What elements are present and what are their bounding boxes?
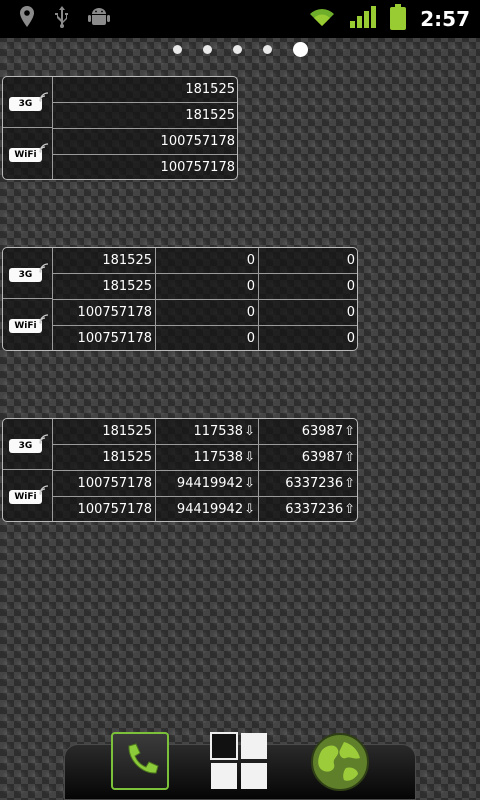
page-dot[interactable] xyxy=(232,44,242,54)
android-debug-icon xyxy=(88,6,110,32)
download-value: 117538 xyxy=(193,450,244,465)
total-cell: 100757178 xyxy=(53,300,155,326)
upload-value: 63987 xyxy=(301,450,344,465)
download-cell: 117538⇩ xyxy=(156,445,258,471)
network-wifi: WiFi xyxy=(3,299,53,350)
signal-waves-icon xyxy=(39,87,49,106)
upload-cell: 0 xyxy=(259,300,357,326)
dock xyxy=(64,732,416,800)
total-column: 181525 181525 100757178 100757178 xyxy=(53,419,155,521)
signal-waves-icon xyxy=(39,309,49,328)
location-icon xyxy=(18,5,36,33)
upload-cell: 0 xyxy=(259,248,357,274)
upload-cell: 63987⇧ xyxy=(259,445,357,471)
network-badge-wifi: WiFi xyxy=(9,148,42,162)
app-drawer-icon xyxy=(210,732,268,794)
download-cell: 117538⇩ xyxy=(156,419,258,445)
download-cell: 0 xyxy=(246,331,255,346)
network-column: 3G WiFi xyxy=(3,248,53,350)
traffic-widget-2[interactable]: 3G WiFi 181525 181525 100757178 10075717… xyxy=(2,247,358,351)
page-dot[interactable] xyxy=(202,44,212,54)
network-badge-wifi: WiFi xyxy=(9,490,42,504)
up-arrow-icon: ⇧ xyxy=(344,476,355,491)
traffic-widget-3[interactable]: 3G WiFi 181525 181525 100757178 10075717… xyxy=(2,418,358,522)
browser-globe-icon xyxy=(310,733,370,796)
network-3g: 3G xyxy=(3,419,53,470)
network-badge-3g: 3G xyxy=(9,439,42,453)
download-column: 0 0 0 0 xyxy=(155,248,258,350)
upload-value: 6337236 xyxy=(285,476,344,491)
signal-waves-icon xyxy=(39,138,49,157)
network-badge-3g: 3G xyxy=(9,268,42,282)
page-dot[interactable] xyxy=(262,44,272,54)
up-arrow-icon: ⇧ xyxy=(344,424,355,439)
usb-icon xyxy=(54,5,70,33)
total-cell: 100757178 xyxy=(53,471,155,497)
browser-button[interactable] xyxy=(310,732,369,791)
total-cell: 100757178 xyxy=(160,160,235,175)
total-cell: 181525 xyxy=(53,77,237,103)
upload-cell: 0 xyxy=(346,331,355,346)
signal-icon xyxy=(350,6,377,32)
download-value: 94419942 xyxy=(176,476,244,491)
down-arrow-icon: ⇩ xyxy=(244,424,255,439)
down-arrow-icon: ⇩ xyxy=(244,450,255,465)
upload-cell: 0 xyxy=(259,274,357,300)
upload-column: 63987⇧ 63987⇧ 6337236⇧ 6337236⇧ xyxy=(258,419,357,521)
signal-waves-icon xyxy=(39,429,49,448)
download-cell: 0 xyxy=(156,248,258,274)
total-cell: 181525 xyxy=(53,274,155,300)
up-arrow-icon: ⇧ xyxy=(344,450,355,465)
upload-cell: 6337236⇧ xyxy=(259,497,357,521)
network-column: 3G WiFi xyxy=(3,419,53,521)
upload-column: 0 0 0 0 xyxy=(258,248,357,350)
total-cell: 181525 xyxy=(53,248,155,274)
download-cell: 94419942⇩ xyxy=(156,471,258,497)
phone-icon xyxy=(113,743,167,792)
upload-value: 6337236 xyxy=(285,502,344,517)
wifi-icon xyxy=(308,6,336,32)
total-cell: 181525 xyxy=(53,419,155,445)
download-cell: 0 xyxy=(156,274,258,300)
total-column: 181525 181525 100757178 100757178 xyxy=(53,248,155,350)
app-drawer-button[interactable] xyxy=(210,732,268,790)
page-dot-active[interactable] xyxy=(292,41,308,57)
total-cell: 100757178 xyxy=(53,129,237,155)
status-bar: 2:57 xyxy=(0,0,480,38)
down-arrow-icon: ⇩ xyxy=(244,502,255,517)
total-cell: 181525 xyxy=(53,445,155,471)
network-3g: 3G xyxy=(3,248,53,299)
download-cell: 94419942⇩ xyxy=(156,497,258,521)
download-value: 117538 xyxy=(193,424,244,439)
network-badge-3g: 3G xyxy=(9,97,42,111)
total-cell: 100757178 xyxy=(77,502,152,517)
upload-value: 63987 xyxy=(301,424,344,439)
page-indicator xyxy=(0,40,480,58)
upload-cell: 63987⇧ xyxy=(259,419,357,445)
battery-icon xyxy=(390,4,407,34)
total-cell: 100757178 xyxy=(77,331,152,346)
network-wifi: WiFi xyxy=(3,470,53,521)
page-dot[interactable] xyxy=(172,44,182,54)
download-column: 117538⇩ 117538⇩ 94419942⇩ 94419942⇩ xyxy=(155,419,258,521)
total-cell: 181525 xyxy=(53,103,237,129)
down-arrow-icon: ⇩ xyxy=(244,476,255,491)
download-value: 94419942 xyxy=(176,502,244,517)
phone-button[interactable] xyxy=(111,732,169,790)
signal-waves-icon xyxy=(39,258,49,277)
upload-cell: 6337236⇧ xyxy=(259,471,357,497)
signal-waves-icon xyxy=(39,480,49,499)
network-badge-wifi: WiFi xyxy=(9,319,42,333)
clock: 2:57 xyxy=(420,7,470,31)
total-column: 181525 181525 100757178 100757178 xyxy=(53,77,237,179)
up-arrow-icon: ⇧ xyxy=(344,502,355,517)
network-wifi: WiFi xyxy=(3,128,53,179)
network-column: 3G WiFi xyxy=(3,77,53,179)
network-3g: 3G xyxy=(3,77,53,128)
download-cell: 0 xyxy=(156,300,258,326)
traffic-widget-1[interactable]: 3G WiFi 181525 181525 100757178 10075717… xyxy=(2,76,238,180)
